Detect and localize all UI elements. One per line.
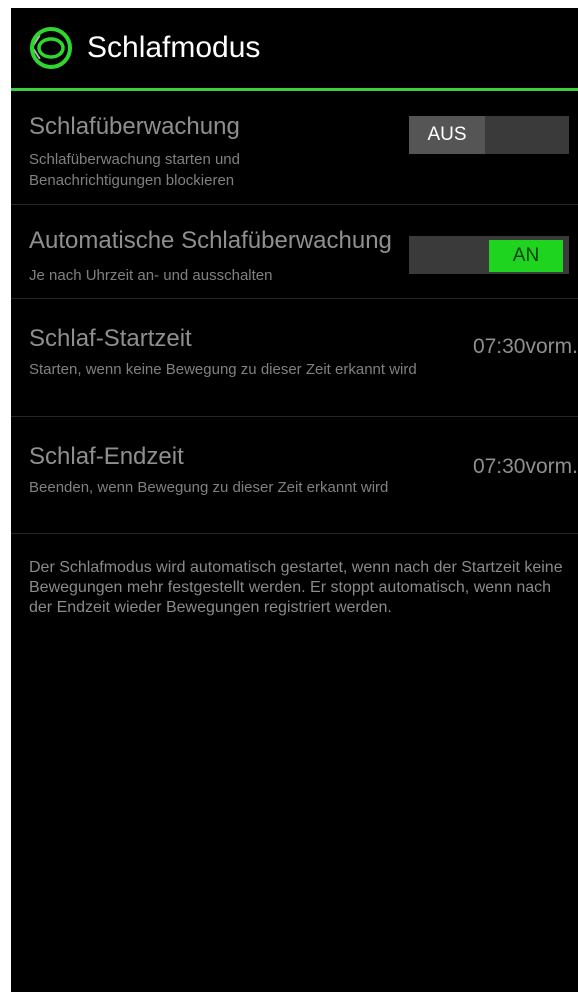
sleep-end-time-row[interactable]: Schlaf-Endzeit Beenden, wenn Bewegung zu… <box>11 417 578 534</box>
auto-sleep-tracking-subtitle: Je nach Uhrzeit an- und ausschalten <box>29 267 273 284</box>
auto-sleep-tracking-row[interactable]: Automatische Schlafüberwachung Je nach U… <box>11 205 578 299</box>
auto-sleep-tracking-title: Automatische Schlafüberwachung <box>29 227 392 254</box>
sleep-start-time-value[interactable]: 07:30vorm. <box>473 335 578 359</box>
sleep-mode-screen: 〈 Schlafmodus Schlafüberwachung Schlafüb… <box>11 8 578 992</box>
sleep-tracking-row[interactable]: Schlafüberwachung Schlafüberwachung star… <box>11 91 578 205</box>
sleep-start-time-title: Schlaf-Startzeit <box>29 325 192 352</box>
page-title: Schlafmodus <box>87 31 261 64</box>
auto-sleep-tracking-toggle[interactable]: AN <box>409 236 569 274</box>
toggle-on-label: AN <box>489 240 563 272</box>
sleep-end-time-subtitle: Beenden, wenn Bewegung zu dieser Zeit er… <box>29 479 389 496</box>
back-chevron-icon[interactable]: 〈 <box>16 34 42 62</box>
sleep-start-time-row[interactable]: Schlaf-Startzeit Starten, wenn keine Bew… <box>11 299 578 417</box>
top-bar: 〈 Schlafmodus <box>11 8 578 88</box>
sleep-tracking-subtitle: Schlafüberwachung starten und Benachrich… <box>29 151 240 189</box>
sleep-start-time-subtitle: Starten, wenn keine Bewegung zu dieser Z… <box>29 361 417 378</box>
sleep-end-time-title: Schlaf-Endzeit <box>29 443 184 470</box>
sleep-end-time-value[interactable]: 07:30vorm. <box>473 455 578 479</box>
sleep-tracking-toggle[interactable]: AUS <box>409 116 569 154</box>
sleep-mode-info-text: Der Schlafmodus wird automatisch gestart… <box>29 559 563 616</box>
sleep-tracking-title: Schlafüberwachung <box>29 113 240 140</box>
toggle-off-label: AUS <box>409 116 485 154</box>
ring-logo-icon[interactable] <box>29 26 73 70</box>
